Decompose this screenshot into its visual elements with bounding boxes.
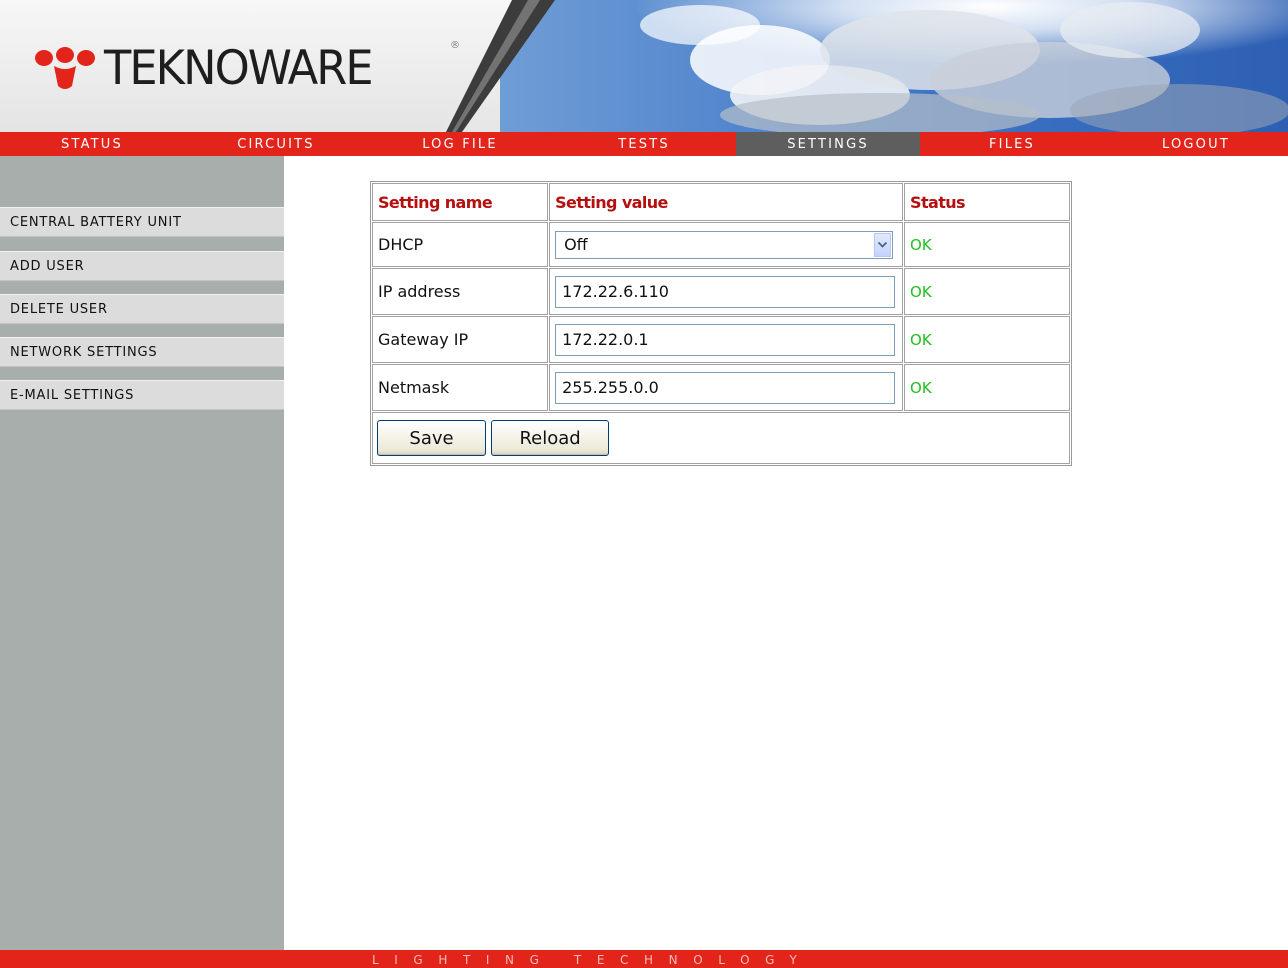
status-netmask: OK	[904, 364, 1070, 411]
setting-value-gateway-ip-cell	[549, 316, 904, 363]
table-row-dhcp: DHCP Off OK	[372, 222, 1070, 267]
dhcp-select-value: Off	[564, 234, 588, 254]
main-nav: STATUS CIRCUITS LOG FILE TESTS SETTINGS …	[0, 132, 1288, 156]
nav-tab-logout[interactable]: LOGOUT	[1104, 132, 1288, 156]
table-row-gateway-ip: Gateway IP OK	[372, 316, 1070, 363]
nav-tab-files[interactable]: FILES	[920, 132, 1104, 156]
table-row-ip-address: IP address OK	[372, 268, 1070, 315]
dhcp-select[interactable]: Off	[555, 230, 894, 259]
sidebar-item-email-settings[interactable]: E-MAIL SETTINGS	[0, 380, 284, 410]
status-dhcp: OK	[904, 222, 1070, 267]
sidebar-item-add-user[interactable]: ADD USER	[0, 251, 284, 281]
app-window: TEKNOWARE ® STATUS CIRCUITS LOG FILE TES…	[0, 0, 1288, 968]
sidebar-item-central-battery-unit[interactable]: CENTRAL BATTERY UNIT	[0, 207, 284, 237]
sidebar-item-delete-user[interactable]: DELETE USER	[0, 294, 284, 324]
save-button[interactable]: Save	[377, 420, 486, 456]
registered-mark: ®	[450, 40, 460, 51]
header-status: Status	[904, 183, 1070, 221]
gateway-ip-input[interactable]	[555, 323, 896, 356]
status-ip-address: OK	[904, 268, 1070, 315]
reload-button[interactable]: Reload	[491, 420, 610, 456]
header-setting-value: Setting value	[549, 183, 904, 221]
sidebar-item-network-settings[interactable]: NETWORK SETTINGS	[0, 337, 284, 367]
logo-text: TEKNOWARE	[104, 40, 374, 96]
setting-name-netmask: Netmask	[372, 364, 549, 411]
nav-tab-status[interactable]: STATUS	[0, 132, 184, 156]
table-row-netmask: Netmask OK	[372, 364, 1070, 411]
teknoware-logo[interactable]: TEKNOWARE ®	[32, 38, 460, 98]
nav-tab-tests[interactable]: TESTS	[552, 132, 736, 156]
table-actions-row: Save Reload	[372, 412, 1070, 464]
chevron-down-icon[interactable]	[874, 232, 892, 257]
footer-bar: LIGHTING TECHNOLOGY	[0, 950, 1288, 968]
setting-name-dhcp: DHCP	[372, 222, 549, 267]
netmask-input[interactable]	[555, 371, 896, 404]
setting-value-dhcp-cell: Off	[549, 222, 904, 267]
network-settings-table: Setting name Setting value Status DHCP O…	[370, 181, 1072, 466]
setting-name-gateway-ip: Gateway IP	[372, 316, 549, 363]
setting-value-netmask-cell	[549, 364, 904, 411]
ip-address-input[interactable]	[555, 275, 896, 308]
actions-cell: Save Reload	[372, 412, 1070, 464]
logo-mark-icon	[35, 47, 95, 89]
sidebar: CENTRAL BATTERY UNIT ADD USER DELETE USE…	[0, 156, 284, 950]
table-header-row: Setting name Setting value Status	[372, 183, 1070, 221]
footer-tagline: LIGHTING TECHNOLOGY	[372, 953, 813, 967]
setting-name-ip-address: IP address	[372, 268, 549, 315]
status-gateway-ip: OK	[904, 316, 1070, 363]
header-banner: TEKNOWARE ®	[0, 0, 1288, 132]
nav-tab-circuits[interactable]: CIRCUITS	[184, 132, 368, 156]
nav-tab-settings[interactable]: SETTINGS	[736, 132, 920, 156]
setting-value-ip-address-cell	[549, 268, 904, 315]
header-setting-name: Setting name	[372, 183, 549, 221]
nav-tab-log-file[interactable]: LOG FILE	[368, 132, 552, 156]
